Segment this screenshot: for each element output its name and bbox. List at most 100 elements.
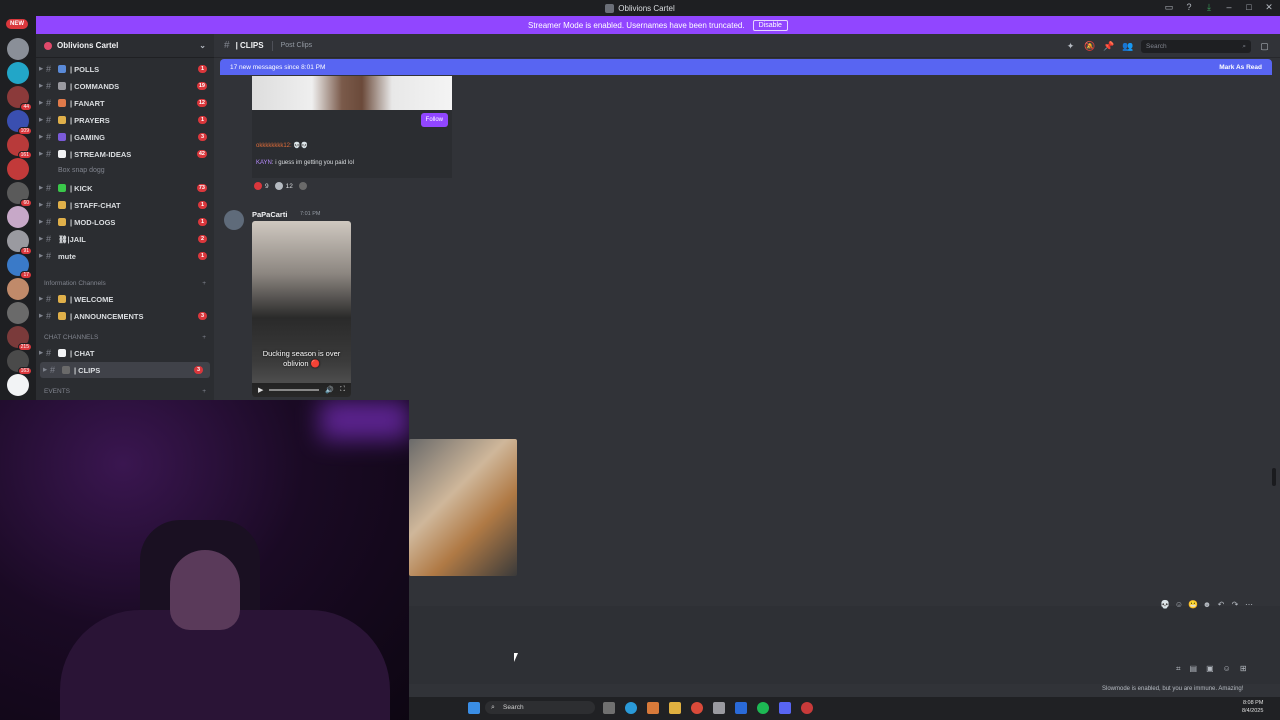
discord-icon[interactable] (779, 702, 791, 714)
taskbar-clock[interactable]: 8:08 PM 8/4/2025 (1242, 699, 1263, 715)
file-explorer-icon[interactable] (669, 702, 681, 714)
inbox-icon[interactable]: ▢ (1259, 41, 1270, 52)
disable-streamer-mode-button[interactable]: Disable (752, 19, 788, 31)
new-messages-bar[interactable]: 17 new messages since 8:01 PM Mark As Re… (220, 59, 1272, 75)
edge-icon[interactable] (625, 702, 637, 714)
server-icon[interactable]: 60 (7, 182, 32, 207)
channel-label: | PRAYERS (70, 115, 110, 125)
server-icon[interactable] (7, 278, 29, 300)
video-progress[interactable] (269, 389, 320, 391)
gift-icon[interactable]: ⌗ (1176, 664, 1181, 674)
add-channel-icon[interactable]: + (202, 280, 206, 287)
collapse-arrow-icon: ▶ (39, 185, 43, 191)
minimize-button[interactable]: – (1224, 2, 1234, 12)
clip-image-attachment[interactable] (409, 439, 517, 576)
channel-category[interactable]: CHAT CHANNELS + (44, 334, 206, 341)
message-author[interactable]: PaPaCarti (252, 210, 287, 219)
volume-icon[interactable]: 🔊 (325, 386, 334, 394)
channel-item[interactable]: ▶ # | KICK 73 (36, 180, 214, 196)
screen-share-icon[interactable]: ▭ (1164, 2, 1174, 12)
embed-image[interactable] (252, 76, 452, 110)
apps-icon[interactable]: ⊞ (1240, 664, 1247, 674)
channel-item[interactable]: ▶ # | PRAYERS 1 (36, 112, 214, 128)
channel-item[interactable]: ▶ # | STREAM-IDEAS 42 (36, 146, 214, 162)
server-icon[interactable]: 91 (7, 230, 32, 255)
channel-item[interactable]: ▶ # | CHAT (36, 345, 214, 361)
add-reaction-icon[interactable]: ☻ (1202, 600, 1212, 609)
embed-reply-text: : i guess im getting you paid lol (271, 160, 354, 166)
scrollbar-thumb[interactable] (1272, 468, 1276, 486)
message-input-area[interactable] (409, 606, 1280, 684)
server-icon[interactable]: 17 (7, 254, 32, 279)
add-channel-icon[interactable]: + (202, 334, 206, 341)
mark-as-read-button[interactable]: Mark As Read (1219, 64, 1262, 71)
app-icon[interactable] (801, 702, 813, 714)
channel-item[interactable]: ▶ # | ANNOUNCEMENTS 3 (36, 308, 214, 324)
reaction-pill[interactable] (298, 182, 310, 190)
server-icon[interactable] (7, 158, 29, 180)
thread-item[interactable]: Box snap dogg (58, 167, 105, 174)
help-icon[interactable]: ? (1184, 2, 1194, 12)
store-icon[interactable] (713, 702, 725, 714)
play-icon[interactable]: ▶ (258, 386, 263, 394)
server-header[interactable]: Oblivions Cartel ⌄ (36, 34, 214, 58)
reaction-pill[interactable]: 12 (274, 182, 293, 190)
threads-icon[interactable]: ✦ (1065, 41, 1076, 52)
clock-time: 8:08 PM (1242, 700, 1264, 706)
search-input[interactable]: Search ⌕ (1141, 40, 1251, 53)
server-icon[interactable] (7, 206, 29, 228)
emoji-icon[interactable]: ☺ (1223, 664, 1231, 674)
channel-item[interactable]: ▶ # | STAFF-CHAT 1 (36, 197, 214, 213)
channel-label: | STREAM-IDEAS (70, 149, 132, 159)
video-attachment[interactable]: Ducking season is over oblivion 🔴 ▶ 🔊 ⛶ (252, 221, 351, 397)
fullscreen-icon[interactable]: ⛶ (340, 386, 345, 394)
server-icon[interactable] (7, 302, 29, 324)
channel-item[interactable]: ▶ # | COMMANDS 19 (36, 78, 214, 94)
channel-item[interactable]: ▶ # | WELCOME (36, 291, 214, 307)
add-channel-icon[interactable]: + (202, 388, 206, 395)
reaction-icon[interactable]: ☺ (1174, 600, 1184, 609)
channel-category[interactable]: EVENTS + (44, 388, 206, 395)
emoji-reaction-icon[interactable]: 😬 (1188, 600, 1198, 609)
outlook-icon[interactable] (735, 702, 747, 714)
copilot-icon[interactable] (647, 702, 659, 714)
webcam-overlay (0, 400, 409, 720)
channel-item[interactable]: ▶ # | GAMING 3 (36, 129, 214, 145)
skull-reaction-icon[interactable]: 💀 (1160, 600, 1170, 609)
notification-bell-icon[interactable]: 🔕 (1084, 41, 1095, 52)
channel-item[interactable]: ▶ # ⛓|JAIL 2 (36, 231, 214, 247)
channel-item[interactable]: ▶ # | FANART 12 (36, 95, 214, 111)
windows-start-icon[interactable] (468, 702, 480, 714)
server-icon[interactable]: 109 (7, 110, 32, 135)
reaction-pill[interactable]: 9 (254, 182, 269, 190)
hash-icon: # (224, 40, 230, 51)
server-icon[interactable]: 161 (7, 134, 32, 159)
close-button[interactable]: ✕ (1264, 2, 1274, 12)
forward-icon[interactable]: ↷ (1230, 600, 1240, 609)
download-icon[interactable]: ⤓ (1204, 2, 1214, 12)
server-icon[interactable] (7, 62, 29, 84)
spotify-icon[interactable] (757, 702, 769, 714)
server-icon[interactable]: 215 (7, 326, 32, 351)
channel-item[interactable]: ▶ # mute 1 (36, 248, 214, 264)
server-icon[interactable] (7, 374, 29, 396)
member-list-icon[interactable]: 👥 (1122, 41, 1133, 52)
sticker-icon[interactable]: ▣ (1206, 664, 1214, 674)
taskview-icon[interactable] (603, 702, 615, 714)
server-icon[interactable] (7, 38, 29, 60)
more-icon[interactable]: ⋯ (1244, 600, 1254, 609)
maximize-button[interactable]: □ (1244, 2, 1254, 12)
taskbar-search[interactable]: ⌕ Search (485, 701, 595, 714)
reply-icon[interactable]: ↶ (1216, 600, 1226, 609)
channel-item[interactable]: ▶ # | POLLS 1 (36, 61, 214, 77)
chrome-icon[interactable] (691, 702, 703, 714)
gif-icon[interactable]: ▤ (1190, 664, 1198, 674)
server-icon[interactable]: 163 (7, 350, 32, 375)
follow-button[interactable]: Follow (420, 113, 448, 127)
avatar[interactable] (224, 210, 244, 230)
pin-icon[interactable]: 📌 (1103, 41, 1114, 52)
server-icon[interactable]: 44 (7, 86, 32, 111)
channel-item[interactable]: ▶ # | MOD-LOGS 1 (36, 214, 214, 230)
channel-item[interactable]: ▶ # | CLIPS 3 (40, 362, 210, 378)
channel-category[interactable]: Information Channels + (44, 280, 206, 287)
